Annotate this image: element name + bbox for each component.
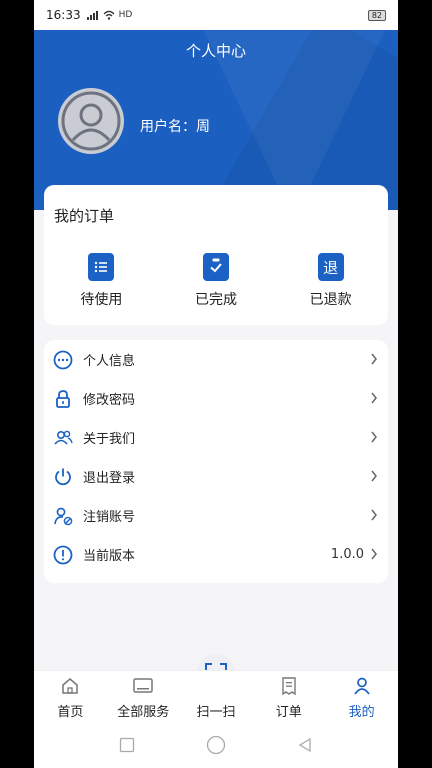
avatar-user-icon	[61, 91, 121, 151]
page-title: 个人中心	[185, 42, 246, 60]
tab-home[interactable]: 首页	[34, 671, 107, 722]
username: 用户名：周	[140, 119, 210, 135]
menu-label: 关于我们	[83, 432, 136, 447]
user-cancel-icon	[52, 505, 74, 527]
profile-header: 个人中心 用户名：周	[34, 30, 398, 210]
battery-icon: 82	[367, 9, 386, 21]
recent-apps-icon[interactable]	[119, 737, 135, 753]
wifi-icon	[103, 10, 115, 20]
lock-icon	[52, 388, 74, 410]
services-icon	[132, 675, 154, 697]
order-pending-button[interactable]: 待使用	[51, 253, 151, 309]
menu-label: 个人信息	[83, 354, 136, 369]
people-icon	[52, 427, 74, 449]
menu-label: 修改密码	[83, 393, 136, 408]
order-refunded-button[interactable]: 退 已退款	[281, 253, 381, 309]
order-pending-label: 待使用	[80, 292, 123, 308]
refund-icon: 退	[317, 253, 344, 281]
status-icons: HD	[86, 10, 133, 20]
menu-item-version[interactable]: 当前版本 1.0.0	[44, 535, 388, 574]
tab-label: 我的	[348, 705, 375, 720]
menu-item-about-us[interactable]: 关于我们	[44, 418, 388, 457]
tab-label: 全部服务	[117, 705, 170, 720]
menu-item-cancel-account[interactable]: 注销账号	[44, 496, 388, 535]
tab-scan-spacer	[205, 675, 227, 697]
chevron-right-icon	[370, 506, 378, 525]
signal-icon	[86, 11, 98, 20]
version-value: 1.0.0	[330, 547, 364, 562]
network-label: HD	[118, 10, 133, 20]
home-icon	[59, 675, 81, 697]
phone-screen: 16:33 HD 82 个人中心 用户名：周 我的订单 待使用 已完成 退 已退…	[34, 0, 398, 768]
orders-row: 待使用 已完成 退 已退款	[44, 253, 388, 309]
status-time: 16:33	[46, 8, 81, 22]
order-completed-label: 已完成	[194, 292, 237, 308]
menu-label: 退出登录	[83, 471, 136, 486]
back-icon[interactable]	[297, 737, 313, 753]
profile-icon	[351, 675, 373, 697]
order-refunded-label: 已退款	[309, 292, 352, 308]
menu-item-change-password[interactable]: 修改密码	[44, 379, 388, 418]
menu-item-logout[interactable]: 退出登录	[44, 457, 388, 496]
refund-icon-glyph: 退	[323, 258, 339, 277]
tab-mine[interactable]: 我的	[325, 671, 398, 722]
tab-label: 扫一扫	[196, 705, 236, 720]
orders-title: 我的订单	[54, 207, 115, 225]
tab-label: 首页	[57, 705, 84, 720]
chevron-right-icon	[370, 545, 378, 564]
home-nav-icon[interactable]	[206, 735, 226, 755]
chevron-right-icon	[370, 389, 378, 408]
settings-menu: 个人信息 修改密码 关于我们 退出登录 注销账号 当前版本 1.0.0	[44, 340, 388, 583]
avatar[interactable]	[58, 88, 124, 154]
my-orders-card: 我的订单 待使用 已完成 退 已退款	[44, 185, 388, 325]
order-completed-button[interactable]: 已完成	[166, 253, 266, 309]
chevron-right-icon	[370, 350, 378, 369]
chevron-right-icon	[370, 428, 378, 447]
bottom-tabbar: 首页 全部服务 扫一扫 订单 我的	[34, 670, 398, 722]
tab-all-services[interactable]: 全部服务	[107, 671, 180, 722]
tab-label: 订单	[275, 705, 302, 720]
chevron-right-icon	[370, 467, 378, 486]
menu-item-personal-info[interactable]: 个人信息	[44, 340, 388, 379]
tab-scan[interactable]: 扫一扫	[180, 671, 253, 722]
tab-orders[interactable]: 订单	[252, 671, 325, 722]
clipboard-check-icon	[202, 253, 229, 281]
menu-label: 注销账号	[83, 510, 136, 525]
status-bar: 16:33 HD 82	[34, 0, 398, 30]
order-icon	[278, 675, 300, 697]
list-document-icon	[88, 253, 115, 281]
menu-label: 当前版本	[83, 549, 136, 564]
info-icon	[52, 544, 74, 566]
power-icon	[52, 466, 74, 488]
system-navbar	[34, 722, 398, 768]
chat-bubble-icon	[52, 349, 74, 371]
